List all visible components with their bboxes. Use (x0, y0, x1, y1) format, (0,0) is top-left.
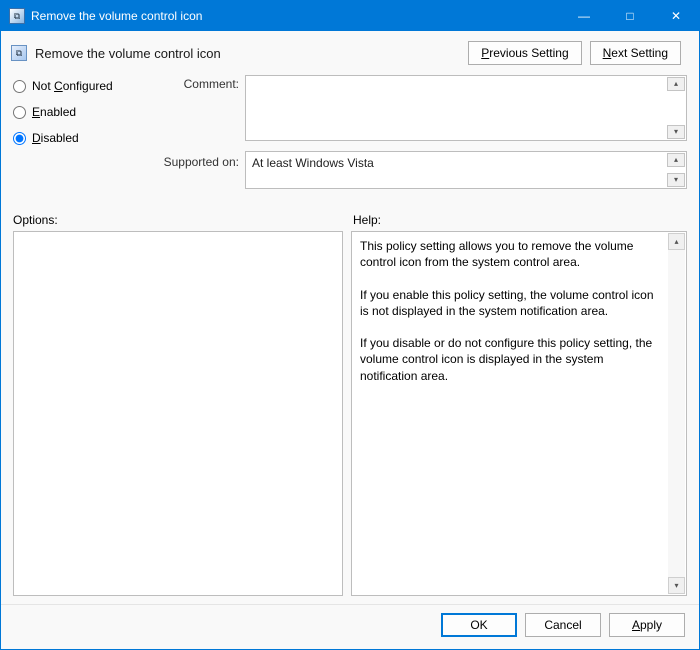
close-button[interactable]: ✕ (653, 1, 699, 31)
help-scroll-up[interactable]: ▴ (668, 233, 685, 250)
next-setting-button[interactable]: Next Setting (590, 41, 681, 65)
comment-scroll-up[interactable]: ▴ (667, 77, 685, 91)
window-controls: — □ ✕ (561, 1, 699, 31)
options-panel (13, 231, 343, 596)
radio-not-configured-input[interactable] (13, 80, 26, 93)
supported-on-value: At least Windows Vista (246, 152, 686, 174)
policy-icon: ⧉ (11, 45, 27, 61)
comment-scroll-down[interactable]: ▾ (667, 125, 685, 139)
ok-button[interactable]: OK (441, 613, 517, 637)
radio-enabled-input[interactable] (13, 106, 26, 119)
comment-value (246, 76, 686, 84)
state-radio-group: Not Configured Enabled Disabled (13, 75, 153, 145)
supported-on-field: At least Windows Vista ▴ ▾ (245, 151, 687, 189)
section-labels: Options: Help: (1, 209, 699, 231)
window-title: Remove the volume control icon (31, 9, 561, 23)
radio-enabled-label: Enabled (32, 105, 76, 119)
help-section-label: Help: (353, 213, 381, 227)
window-icon: ⧉ (9, 8, 25, 24)
cancel-button[interactable]: Cancel (525, 613, 601, 637)
apply-button[interactable]: Apply (609, 613, 685, 637)
supported-label: Supported on: (159, 151, 239, 169)
radio-disabled[interactable]: Disabled (13, 131, 153, 145)
comment-label: Comment: (159, 75, 239, 91)
minimize-button[interactable]: — (561, 1, 607, 31)
help-text: This policy setting allows you to remove… (352, 232, 686, 390)
radio-enabled[interactable]: Enabled (13, 105, 153, 119)
options-section-label: Options: (13, 213, 353, 227)
maximize-button[interactable]: □ (607, 1, 653, 31)
footer: OK Cancel Apply (1, 604, 699, 649)
policy-editor-window: ⧉ Remove the volume control icon — □ ✕ ⧉… (0, 0, 700, 650)
previous-setting-label: revious Setting (489, 46, 568, 60)
previous-setting-button[interactable]: Previous Setting (468, 41, 581, 65)
radio-disabled-label: Disabled (32, 131, 79, 145)
upper-grid: Not Configured Enabled Disabled Comment:… (1, 69, 699, 209)
radio-disabled-input[interactable] (13, 132, 26, 145)
supported-scroll-up[interactable]: ▴ (667, 153, 685, 167)
comment-field[interactable]: ▴ ▾ (245, 75, 687, 141)
header-row: ⧉ Remove the volume control icon Previou… (1, 31, 699, 69)
next-setting-label: ext Setting (611, 46, 668, 60)
radio-not-configured-label: Not Configured (32, 79, 113, 93)
radio-not-configured[interactable]: Not Configured (13, 79, 153, 93)
help-scrollbar: ▴ ▾ (668, 233, 685, 594)
nav-buttons: Previous Setting Next Setting (468, 41, 689, 65)
titlebar: ⧉ Remove the volume control icon — □ ✕ (1, 1, 699, 31)
supported-scroll-down[interactable]: ▾ (667, 173, 685, 187)
help-panel: This policy setting allows you to remove… (351, 231, 687, 596)
help-scroll-down[interactable]: ▾ (668, 577, 685, 594)
apply-label: pply (640, 618, 662, 632)
panels-row: This policy setting allows you to remove… (1, 231, 699, 604)
policy-title: Remove the volume control icon (35, 46, 221, 61)
help-scroll-track[interactable] (668, 250, 685, 577)
